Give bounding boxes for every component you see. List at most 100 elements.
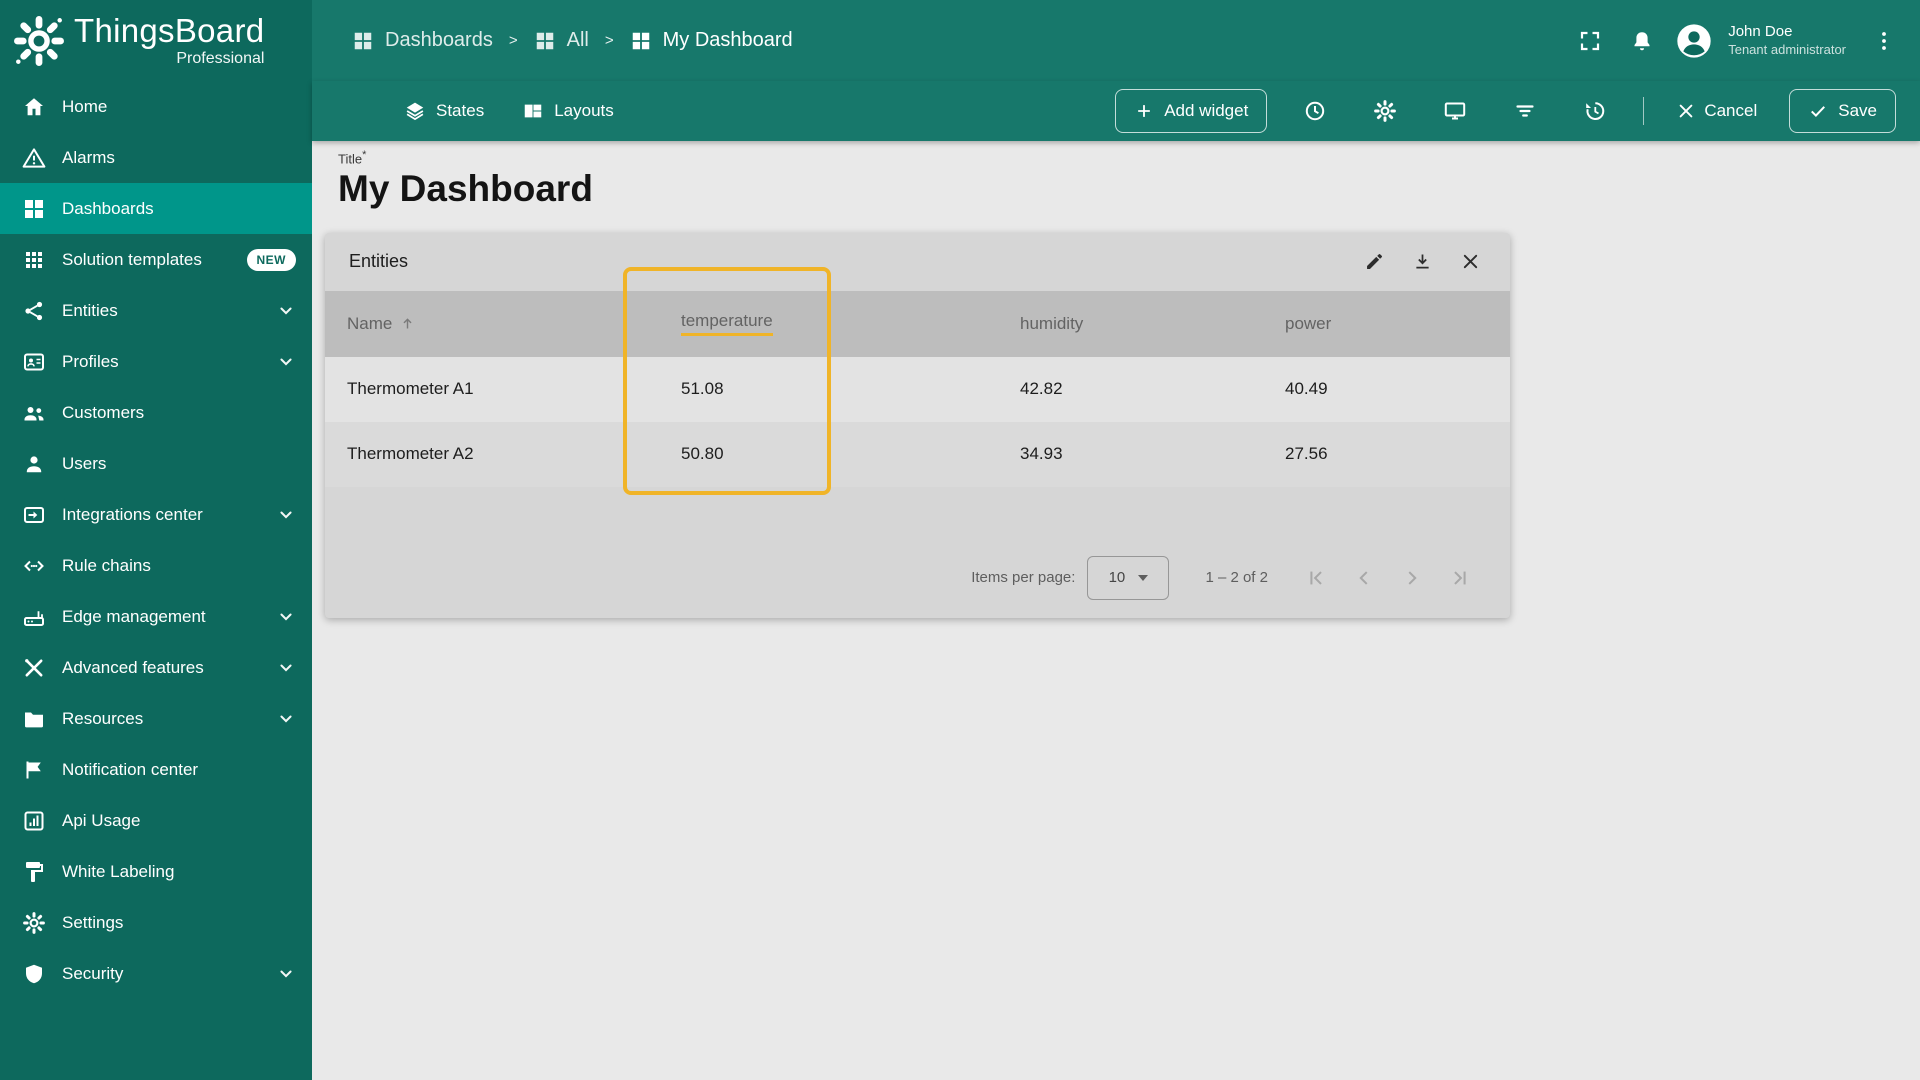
title-label-text: Title xyxy=(338,151,363,167)
toolbar-divider xyxy=(1643,97,1645,125)
sidebar-item-label: Advanced features xyxy=(62,657,204,677)
chevron-down-icon xyxy=(1138,574,1149,581)
sidebar-item-rule-chains[interactable]: Rule chains xyxy=(0,540,312,591)
previous-page-button[interactable] xyxy=(1344,558,1384,598)
user-name: John Doe xyxy=(1728,23,1793,41)
column-header-temperature[interactable]: temperature xyxy=(659,311,998,337)
dashboard-title-field-label: Title* xyxy=(338,149,1920,166)
sidebar-item-label: Rule chains xyxy=(62,555,151,575)
sidebar-item-resources[interactable]: Resources xyxy=(0,693,312,744)
dashboards-icon xyxy=(22,197,46,221)
api-usage-icon xyxy=(22,809,46,833)
sidebar-item-entities[interactable]: Entities xyxy=(0,285,312,336)
sidebar-item-dashboards[interactable]: Dashboards xyxy=(0,183,312,234)
add-widget-button[interactable]: Add widget xyxy=(1115,89,1268,133)
entity-aliases-button[interactable] xyxy=(1433,89,1477,133)
sidebar-item-home[interactable]: Home xyxy=(0,81,312,132)
layouts-button[interactable]: Layouts xyxy=(508,89,628,133)
breadcrumb-separator: > xyxy=(604,32,614,49)
dashboard-canvas: Title* My Dashboard Entities Name temper… xyxy=(312,141,1920,1080)
dashboard-icon xyxy=(534,30,556,52)
app-root: ThingsBoard Professional Home Alarms Das… xyxy=(0,0,1920,1080)
sidebar-item-profiles[interactable]: Profiles xyxy=(0,336,312,387)
sidebar-item-solution-templates[interactable]: Solution templates NEW xyxy=(0,234,312,285)
chevron-down-icon xyxy=(276,505,296,525)
dashboard-toolbar: States Layouts Add widget Cancel Save xyxy=(312,81,1920,141)
column-label: power xyxy=(1285,313,1332,333)
table-row[interactable]: Thermometer A1 51.08 42.82 40.49 xyxy=(325,356,1510,422)
fullscreen-button[interactable] xyxy=(1568,19,1612,63)
chevron-left-icon xyxy=(1353,567,1375,589)
sidebar-item-advanced-features[interactable]: Advanced features xyxy=(0,642,312,693)
dashboard-title-block: Title* My Dashboard xyxy=(338,149,1920,211)
export-widget-button[interactable] xyxy=(1408,248,1436,276)
chevron-down-icon xyxy=(276,352,296,372)
timewindow-button[interactable] xyxy=(1293,89,1337,133)
sidebar-item-customers[interactable]: Customers xyxy=(0,387,312,438)
sidebar-item-alarms[interactable]: Alarms xyxy=(0,132,312,183)
sidebar-item-white-labeling[interactable]: White Labeling xyxy=(0,846,312,897)
column-header-humidity[interactable]: humidity xyxy=(998,314,1263,334)
toolbar-right: Add widget Cancel Save xyxy=(1115,89,1896,133)
required-mark: * xyxy=(362,149,367,161)
user-avatar[interactable] xyxy=(1672,19,1716,63)
remove-widget-button[interactable] xyxy=(1456,248,1484,276)
breadcrumb-item-all[interactable]: All xyxy=(534,29,589,52)
breadcrumb-item-dashboards[interactable]: Dashboards xyxy=(352,29,493,52)
cell-name: Thermometer A2 xyxy=(347,444,474,464)
brand-logo[interactable]: ThingsBoard Professional xyxy=(0,0,312,81)
chevron-right-icon xyxy=(1401,567,1423,589)
plus-icon xyxy=(1134,101,1154,121)
more-menu-button[interactable] xyxy=(1862,19,1906,63)
sidebar-item-label: Alarms xyxy=(62,147,115,167)
sidebar-item-users[interactable]: Users xyxy=(0,438,312,489)
sidebar-item-integrations-center[interactable]: Integrations center xyxy=(0,489,312,540)
next-page-button[interactable] xyxy=(1392,558,1432,598)
page-title[interactable]: My Dashboard xyxy=(338,168,1920,211)
rule-chains-icon xyxy=(22,554,46,578)
column-label: Name xyxy=(347,313,393,333)
edit-widget-button[interactable] xyxy=(1360,248,1388,276)
last-page-icon xyxy=(1449,567,1471,589)
user-info: John Doe Tenant administrator xyxy=(1728,22,1846,58)
states-button[interactable]: States xyxy=(390,89,498,133)
cell-humidity: 42.82 xyxy=(1020,379,1063,399)
cell-temperature: 51.08 xyxy=(681,379,724,399)
breadcrumb-item-current: My Dashboard xyxy=(630,29,793,52)
notifications-button[interactable] xyxy=(1620,19,1664,63)
column-header-name[interactable]: Name xyxy=(325,314,659,334)
fullscreen-icon xyxy=(1578,29,1602,53)
first-page-button[interactable] xyxy=(1296,558,1336,598)
sidebar-item-notification-center[interactable]: Notification center xyxy=(0,744,312,795)
solution-templates-icon xyxy=(22,248,46,272)
sidebar-item-label: Integrations center xyxy=(62,504,203,524)
sidebar-item-label: Solution templates xyxy=(62,249,202,269)
column-label: temperature xyxy=(681,311,773,337)
filters-button[interactable] xyxy=(1503,89,1547,133)
breadcrumb-label: All xyxy=(566,29,589,51)
column-header-power[interactable]: power xyxy=(1263,314,1510,334)
sidebar-nav: Home Alarms Dashboards Solution template… xyxy=(0,81,312,1080)
device-monitor-icon xyxy=(1443,99,1467,123)
cancel-label: Cancel xyxy=(1704,101,1758,120)
sidebar-item-settings[interactable]: Settings xyxy=(0,897,312,948)
layers-icon xyxy=(404,100,426,122)
chevron-down-icon xyxy=(276,709,296,729)
brand-name: ThingsBoard xyxy=(74,11,265,49)
sidebar-item-edge-management[interactable]: Edge management xyxy=(0,591,312,642)
version-control-button[interactable] xyxy=(1573,89,1617,133)
items-per-page-select[interactable]: 10 xyxy=(1087,555,1170,600)
top-bar: Dashboards > All > My Dashboard John Doe… xyxy=(312,0,1920,81)
last-page-button[interactable] xyxy=(1440,558,1480,598)
save-button[interactable]: Save xyxy=(1789,89,1896,133)
dashboard-settings-button[interactable] xyxy=(1363,89,1407,133)
sidebar-item-security[interactable]: Security xyxy=(0,948,312,999)
save-label: Save xyxy=(1838,101,1877,120)
cancel-button[interactable]: Cancel xyxy=(1670,89,1763,133)
content-column: Dashboards > All > My Dashboard John Doe… xyxy=(312,0,1920,1080)
sidebar-item-api-usage[interactable]: Api Usage xyxy=(0,795,312,846)
table-row[interactable]: Thermometer A2 50.80 34.93 27.56 xyxy=(325,421,1510,487)
table-pagination: Items per page: 10 1 – 2 of 2 xyxy=(325,547,1510,609)
chevron-down-icon xyxy=(276,607,296,627)
sidebar-item-label: Users xyxy=(62,453,107,473)
